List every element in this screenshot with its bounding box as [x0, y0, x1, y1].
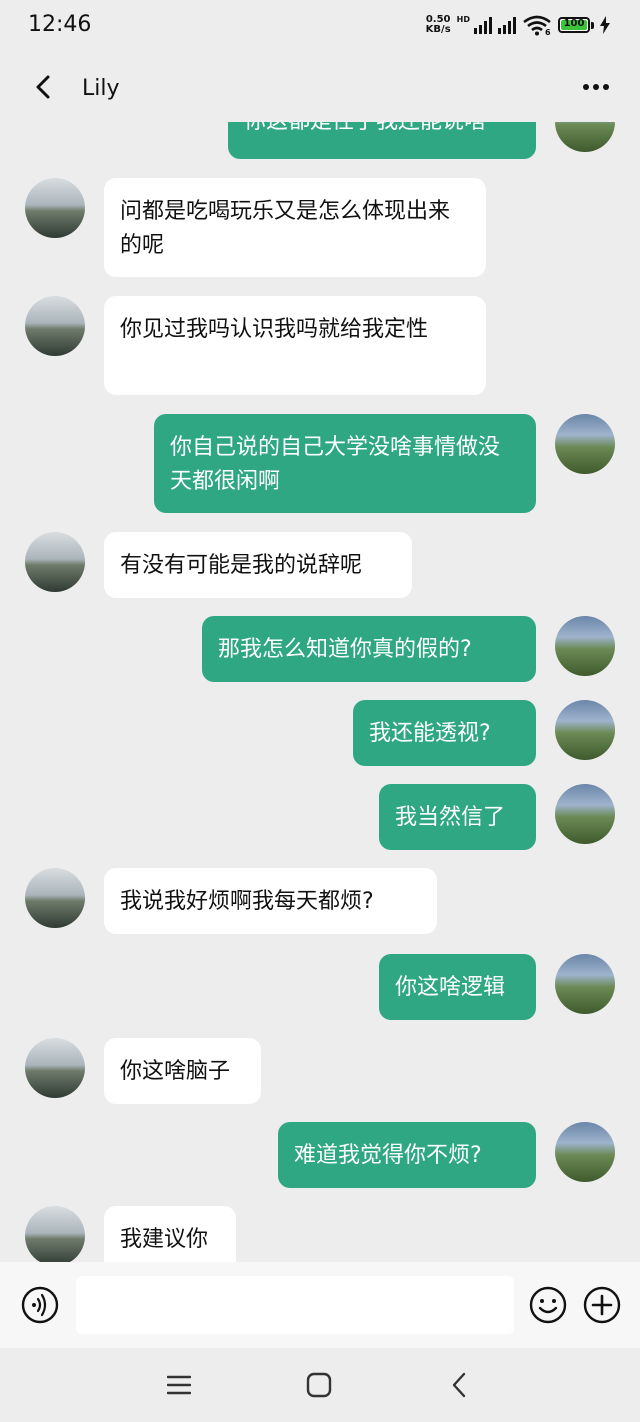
- avatar[interactable]: [25, 178, 85, 238]
- message-bubble-outgoing[interactable]: 那我怎么知道你真的假的?: [202, 616, 536, 682]
- message-text: 你这都是性了我还能说啥: [244, 122, 486, 134]
- back-triangle-icon: [452, 1372, 466, 1398]
- message-bubble-incoming[interactable]: 问都是吃喝玩乐又是怎么体现出来的呢: [104, 178, 486, 277]
- status-bar: 12:46 0.50 KB/s HD 6 100: [0, 0, 640, 56]
- message-text: 我说我好烦啊我每天都烦?: [120, 889, 374, 914]
- ellipsis-icon: [583, 84, 609, 90]
- message-input[interactable]: [76, 1276, 514, 1334]
- avatar[interactable]: [25, 532, 85, 592]
- avatar[interactable]: [555, 122, 615, 152]
- recents-button[interactable]: [162, 1368, 196, 1402]
- message-bubble-incoming[interactable]: 我说我好烦啊我每天都烦?: [104, 868, 437, 934]
- voice-button[interactable]: [20, 1285, 60, 1325]
- chat-header: Lily: [0, 56, 640, 122]
- voice-icon: [21, 1286, 59, 1324]
- message-text: 我建议你: [120, 1227, 209, 1252]
- message-text: 那我怎么知道你真的假的?: [218, 637, 472, 662]
- message-bubble-incoming[interactable]: 你这啥脑子: [104, 1038, 261, 1104]
- message-bubble-outgoing[interactable]: 你这都是性了我还能说啥: [228, 122, 536, 159]
- message-text: 你自己说的自己大学没啥事情做没天都很闲啊: [170, 435, 501, 494]
- message-bubble-outgoing[interactable]: 你这啥逻辑: [379, 954, 536, 1020]
- message-text: 有没有可能是我的说辞呢: [120, 553, 363, 578]
- system-back-button[interactable]: [442, 1368, 476, 1402]
- emoji-icon: [529, 1286, 567, 1324]
- signal-icon: [498, 16, 516, 34]
- chevron-left-icon: [36, 75, 50, 99]
- message-bubble-incoming[interactable]: 我建议你: [104, 1206, 236, 1262]
- message-list[interactable]: 你这都是性了我还能说啥 问都是吃喝玩乐又是怎么体现出来的呢 你见过我吗认识我吗就…: [0, 122, 640, 1262]
- system-nav-bar: [0, 1348, 640, 1422]
- status-icons: 0.50 KB/s HD 6 100: [426, 14, 610, 36]
- signal-icon: [474, 16, 492, 34]
- network-speed-unit: KB/s: [425, 24, 451, 35]
- home-button[interactable]: [302, 1368, 336, 1402]
- avatar[interactable]: [555, 700, 615, 760]
- avatar[interactable]: [25, 296, 85, 356]
- avatar[interactable]: [555, 954, 615, 1014]
- avatar[interactable]: [25, 1038, 85, 1098]
- message-text: 我当然信了: [395, 805, 506, 830]
- avatar[interactable]: [25, 868, 85, 928]
- message-text: 问都是吃喝玩乐又是怎么体现出来的呢: [120, 199, 451, 258]
- message-bubble-outgoing[interactable]: 难道我觉得你不烦?: [278, 1122, 536, 1188]
- input-bar: [0, 1262, 640, 1348]
- avatar[interactable]: [555, 414, 615, 474]
- message-bubble-outgoing[interactable]: 我还能透视?: [353, 700, 536, 766]
- battery-level: 100: [563, 18, 585, 29]
- wifi-icon: 6: [523, 15, 551, 36]
- message-text: 我还能透视?: [369, 721, 491, 746]
- network-speed: 0.50 KB/s: [426, 15, 451, 35]
- message-text: 你见过我吗认识我吗就给我定性: [120, 317, 429, 342]
- message-text: 难道我觉得你不烦?: [294, 1143, 482, 1168]
- more-button[interactable]: [576, 70, 616, 104]
- message-text: 你这啥脑子: [120, 1059, 231, 1084]
- hd-label: HD: [456, 14, 470, 24]
- plus-icon: [583, 1286, 621, 1324]
- emoji-button[interactable]: [528, 1285, 568, 1325]
- battery-icon: 100: [558, 17, 590, 33]
- menu-icon: [167, 1375, 191, 1395]
- avatar[interactable]: [25, 1206, 85, 1262]
- avatar[interactable]: [555, 616, 615, 676]
- avatar[interactable]: [555, 784, 615, 844]
- message-text: 你这啥逻辑: [395, 975, 506, 1000]
- avatar[interactable]: [555, 1122, 615, 1182]
- message-bubble-incoming[interactable]: 你见过我吗认识我吗就给我定性: [104, 296, 486, 395]
- back-button[interactable]: [26, 70, 60, 104]
- message-bubble-outgoing[interactable]: 你自己说的自己大学没啥事情做没天都很闲啊: [154, 414, 536, 513]
- more-actions-button[interactable]: [582, 1285, 622, 1325]
- wifi-badge: 6: [545, 28, 551, 36]
- contact-name: Lily: [82, 76, 120, 101]
- status-time: 12:46: [28, 12, 92, 37]
- charging-icon: [600, 16, 610, 34]
- message-bubble-incoming[interactable]: 有没有可能是我的说辞呢: [104, 532, 412, 598]
- message-bubble-outgoing[interactable]: 我当然信了: [379, 784, 536, 850]
- home-icon: [306, 1372, 332, 1398]
